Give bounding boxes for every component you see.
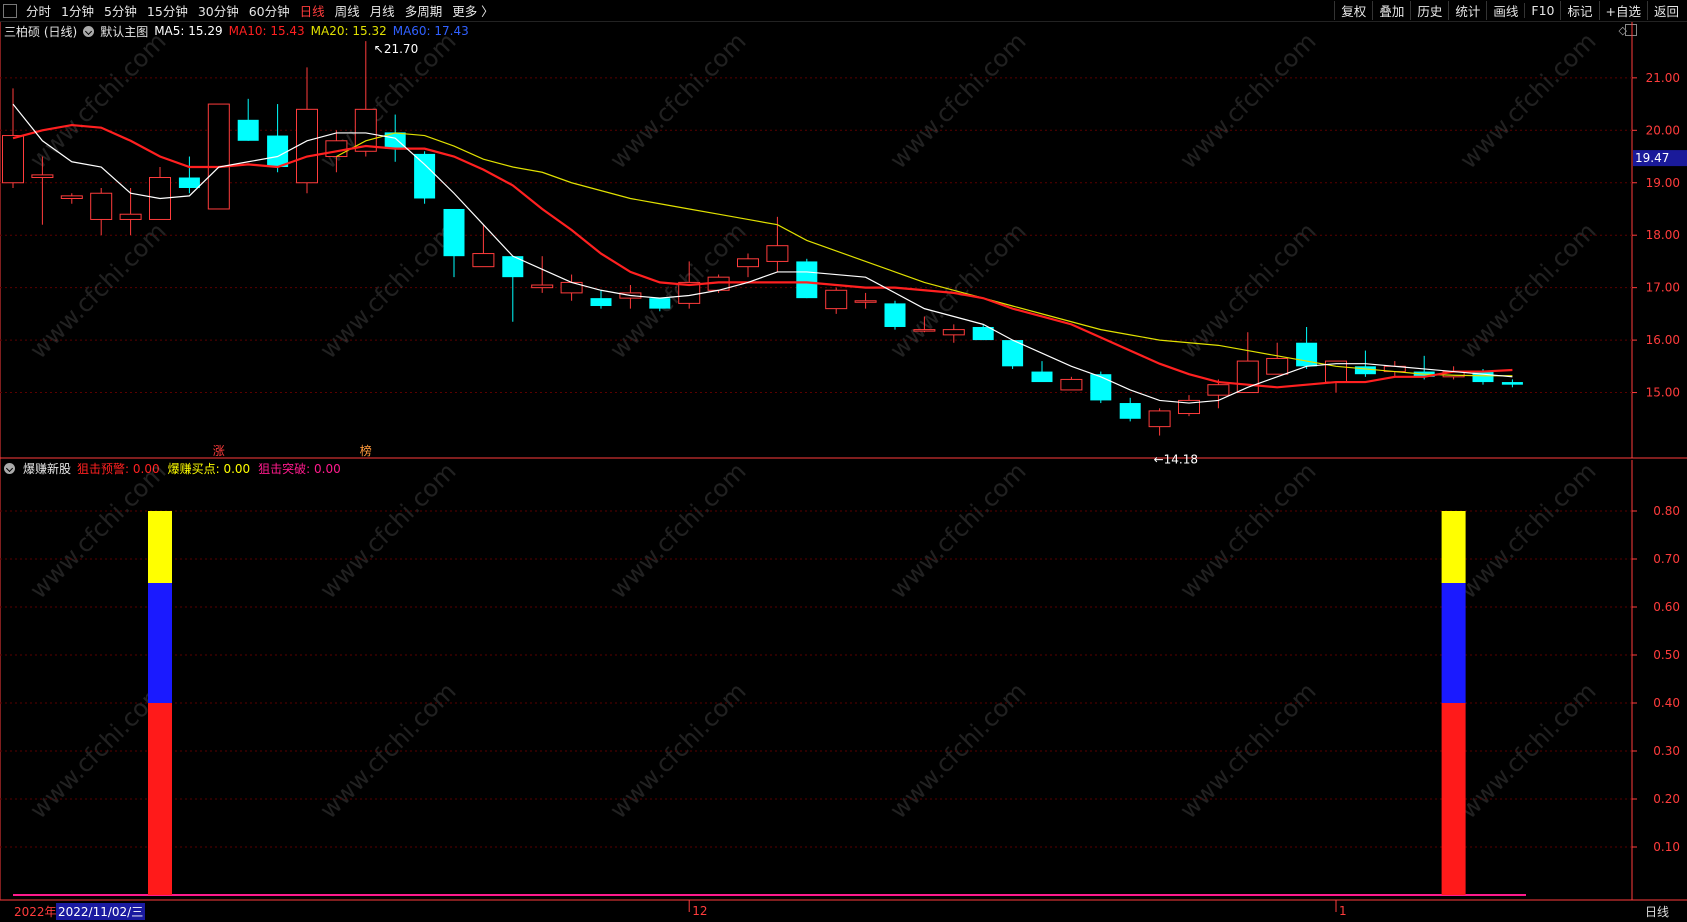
indicator-tick-label: 0.50	[1653, 648, 1680, 662]
watermark: www.cfchi.com	[1454, 217, 1601, 364]
candle-body	[1501, 382, 1523, 385]
indicator-tick-label: 0.80	[1653, 504, 1680, 518]
indicator-tick-label: 0.10	[1653, 840, 1680, 854]
signal-bar-segment	[148, 703, 172, 895]
chart-marker: 榜	[360, 443, 372, 458]
candle-body	[207, 103, 230, 210]
signal-bar-segment	[1441, 583, 1466, 703]
watermark: www.cfchi.com	[1174, 457, 1321, 604]
candle-body	[884, 303, 906, 327]
watermark: www.cfchi.com	[884, 457, 1031, 604]
candle-body	[296, 108, 318, 184]
candle-body	[90, 192, 113, 220]
year-label: 2022年	[14, 905, 57, 919]
signal-bar-segment	[148, 511, 172, 583]
signal-bar-segment	[1441, 703, 1466, 895]
chart-marker: 涨	[213, 443, 225, 458]
month-label: 1	[1339, 904, 1347, 918]
candle-body	[854, 300, 877, 303]
candle-body	[1148, 410, 1171, 428]
candle-body	[766, 245, 789, 262]
candle-body	[913, 329, 936, 332]
price-tick-label: 16.00	[1646, 333, 1680, 347]
candle-body	[1207, 384, 1230, 396]
watermark: www.cfchi.com	[604, 27, 751, 174]
price-tick-label: 20.00	[1646, 123, 1680, 137]
watermark: www.cfchi.com	[884, 27, 1031, 174]
price-tick-label: 19.00	[1646, 176, 1680, 190]
candle-body	[119, 213, 142, 220]
candle-body	[325, 140, 348, 158]
low-annotation: ←14.18	[1154, 453, 1198, 467]
candle-body	[1090, 374, 1112, 401]
candle-body	[178, 177, 200, 188]
watermark: www.cfchi.com	[1174, 27, 1321, 174]
price-tick-label: 21.00	[1646, 71, 1680, 85]
price-tick-label: 15.00	[1646, 386, 1680, 400]
watermark: www.cfchi.com	[1454, 457, 1601, 604]
watermark: www.cfchi.com	[314, 457, 461, 604]
indicator-tick-label: 0.30	[1653, 744, 1680, 758]
candle-body	[1119, 403, 1141, 419]
indicator-tick-label: 0.20	[1653, 792, 1680, 806]
candle-body	[737, 258, 759, 268]
candle-body	[1060, 378, 1083, 391]
period-label[interactable]: 日线	[1645, 903, 1669, 920]
candle-body	[31, 174, 54, 179]
candle-body	[531, 284, 554, 289]
high-annotation: ↖21.70	[374, 42, 418, 56]
price-tick-label: 17.00	[1646, 281, 1680, 295]
current-price-text: 19.47	[1635, 151, 1669, 165]
candle-body	[1354, 366, 1376, 375]
candle-body	[472, 253, 495, 268]
candle-body	[590, 298, 612, 307]
candle-body	[942, 329, 965, 336]
price-tick-label: 18.00	[1646, 228, 1680, 242]
month-label: 12	[692, 904, 707, 918]
candle-body	[2, 135, 24, 184]
watermark: www.cfchi.com	[24, 27, 171, 174]
candle-body	[443, 208, 465, 257]
candle-body	[825, 289, 848, 310]
candle-body	[60, 195, 83, 199]
candle-body	[1031, 371, 1053, 383]
watermark: www.cfchi.com	[1454, 27, 1601, 174]
candle-body	[267, 135, 289, 168]
indicator-tick-label: 0.60	[1653, 600, 1680, 614]
stock-chart[interactable]: 15.00 16.00 17.00 18.00 19.00 20.00 21.00 19.47…	[0, 0, 1687, 922]
candle-body	[414, 153, 436, 199]
watermark: www.cfchi.com	[314, 217, 461, 364]
cursor-date: 2022/11/02/三	[56, 903, 146, 920]
candle-body	[1266, 357, 1289, 375]
candle-body	[649, 298, 671, 309]
candle-body	[237, 119, 259, 141]
candle-body	[796, 261, 818, 299]
signal-bar-segment	[1441, 511, 1466, 583]
signal-bar-segment	[148, 583, 172, 703]
indicator-tick-label: 0.40	[1653, 696, 1680, 710]
indicator-tick-label: 0.70	[1653, 552, 1680, 566]
watermark-layer: www.cfchi.com www.cfchi.com www.cfchi.com w…	[24, 27, 1601, 824]
watermark: www.cfchi.com	[24, 217, 171, 364]
watermark: www.cfchi.com	[604, 457, 751, 604]
